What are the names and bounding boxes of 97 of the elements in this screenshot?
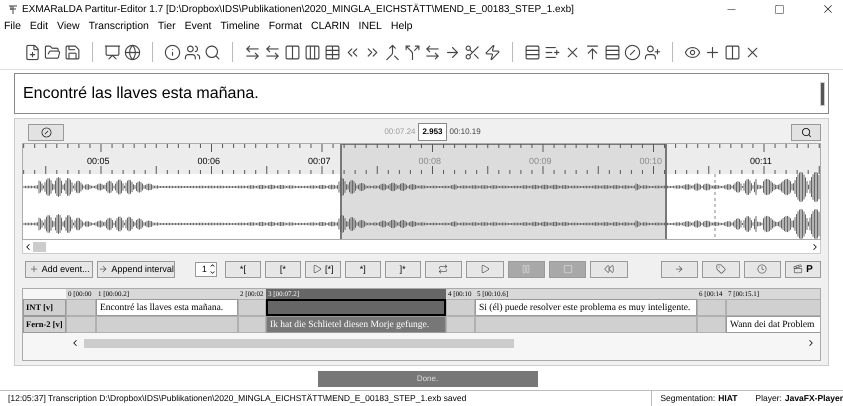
menu-item[interactable]: Format — [268, 18, 302, 35]
users-icon[interactable] — [184, 44, 201, 61]
app-logo-icon — [8, 4, 18, 14]
arrows-icon[interactable] — [244, 44, 261, 61]
search-icon[interactable] — [204, 44, 221, 61]
rows-icon[interactable] — [604, 44, 621, 61]
arrow-icon — [674, 264, 684, 274]
player-value: JavaFX-Player — [784, 392, 843, 406]
event-cell[interactable] — [697, 299, 726, 316]
play-icon — [312, 264, 322, 274]
event-cell[interactable] — [66, 316, 96, 334]
segmentation-value: HIAT — [717, 392, 738, 406]
play-icon — [480, 264, 490, 274]
event-cell[interactable]: Si (él) puede resolver este problema es muy inteligente. — [475, 299, 697, 316]
number-spinner[interactable]: 1 — [194, 262, 217, 277]
action-button[interactable]: [*] — [304, 260, 341, 278]
event-cell[interactable] — [238, 316, 266, 334]
status-message: [12:05:37] Transcription D:\Dropbox\IDS\Publikationen\2020_MINGLA_EICHSTÄTT\MEND_E_00183_STEP_1.exb saved — [7, 392, 468, 406]
menu-item[interactable]: Tier — [158, 18, 176, 35]
selection-end-time: 00:10.19 — [450, 126, 481, 138]
marker-button[interactable]: *[ — [224, 260, 261, 278]
event-cell[interactable] — [266, 299, 446, 316]
scissors-icon[interactable] — [464, 44, 481, 61]
selection-duration: 2.953 — [418, 123, 447, 142]
search-icon — [800, 126, 812, 138]
columns-icon[interactable] — [724, 44, 741, 61]
globe-icon[interactable] — [124, 44, 141, 61]
player-button[interactable] — [590, 260, 628, 278]
player-button[interactable] — [702, 260, 740, 278]
scrollbar-thumb[interactable] — [33, 242, 46, 252]
event-cell[interactable] — [446, 299, 475, 316]
user-icon[interactable] — [644, 44, 661, 61]
marker-button[interactable]: [* — [264, 260, 301, 278]
scrollbar-thumb[interactable] — [84, 338, 514, 348]
tier-label[interactable]: INT [v] — [23, 299, 66, 316]
event-cell[interactable] — [697, 316, 726, 334]
action-button[interactable]: Add event... — [25, 260, 94, 278]
progress-label: Done. — [416, 373, 438, 386]
stop-icon — [562, 264, 573, 274]
event-cell[interactable] — [238, 299, 266, 316]
clock-icon — [757, 264, 768, 274]
clapperboard-icon — [793, 264, 804, 274]
increment-icon[interactable] — [208, 262, 216, 270]
segmentation-label: Segmentation: — [659, 392, 716, 406]
arrows-icon[interactable] — [264, 44, 281, 61]
arrow-up-icon[interactable] — [584, 44, 601, 61]
presentation-icon[interactable] — [104, 44, 121, 61]
decrement-icon[interactable] — [208, 269, 216, 276]
window-title: EXMARaLDA Partitur-Editor 1.7 [D:\Dropbox\IDS\Publikationen\2020_MINGLA_EICHSTÄTT\MEND_E_00183_STEP_1.exb] — [22, 2, 574, 17]
event-cell[interactable] — [96, 316, 238, 334]
event-cell[interactable] — [726, 299, 820, 316]
player-label: Player: — [754, 392, 782, 406]
disk-button[interactable] — [28, 124, 64, 141]
menu-item[interactable]: INEL — [358, 18, 382, 35]
new-file-icon[interactable] — [24, 44, 41, 61]
info-icon[interactable] — [164, 44, 181, 61]
menu-item[interactable]: Timeline — [220, 18, 260, 35]
event-cell[interactable] — [446, 316, 475, 334]
marker-button[interactable]: *] — [344, 260, 381, 278]
split-icon[interactable] — [404, 44, 421, 61]
menu-item[interactable]: Transcription — [88, 18, 149, 35]
plus-icon — [28, 264, 39, 274]
zoom-button[interactable] — [791, 124, 821, 141]
tag-icon — [716, 264, 726, 274]
menu-item[interactable]: Event — [184, 18, 212, 35]
player-button[interactable] — [744, 260, 782, 278]
arrows-icon[interactable] — [424, 44, 441, 61]
event-cell[interactable] — [475, 316, 697, 334]
maximize-icon[interactable] — [774, 4, 785, 15]
utterance-editor[interactable]: Encontré las llaves esta mañana. — [14, 73, 829, 114]
event-cell[interactable] — [66, 299, 96, 316]
menu-item[interactable]: Help — [390, 18, 412, 35]
menu-item[interactable]: View — [57, 18, 80, 35]
tier-label[interactable]: Fern-2 [v] — [23, 316, 66, 334]
save-icon[interactable] — [64, 44, 81, 61]
menu-item[interactable]: Edit — [30, 18, 48, 35]
event-cell[interactable]: Wann dei dat Problem — [726, 316, 820, 334]
marker-button[interactable]: ]* — [384, 260, 421, 278]
rewind-icon — [604, 264, 614, 274]
action-button[interactable]: Append interval — [97, 260, 175, 278]
columns-icon[interactable] — [304, 44, 321, 61]
menu-item[interactable]: CLARIN — [311, 18, 350, 35]
folder-icon[interactable] — [44, 44, 61, 61]
pause-icon — [521, 264, 532, 274]
player-button[interactable] — [424, 260, 462, 278]
loop-icon — [438, 264, 448, 274]
slash-icon[interactable] — [624, 44, 641, 61]
rows-icon[interactable] — [524, 44, 541, 61]
arrow-icon — [98, 264, 108, 274]
selection-start-time: 00:07.24 — [384, 126, 416, 138]
columns-icon[interactable] — [284, 44, 301, 61]
table-icon[interactable] — [324, 44, 341, 61]
merge-icon[interactable] — [384, 44, 401, 61]
menu-item[interactable]: File — [4, 18, 21, 35]
action-button[interactable]: P — [785, 260, 821, 278]
event-cell[interactable]: Ik hat die Schlietel diesen Morje gefunge. — [266, 316, 446, 334]
event-cell[interactable]: Encontré las llaves esta mañana. — [96, 299, 238, 316]
